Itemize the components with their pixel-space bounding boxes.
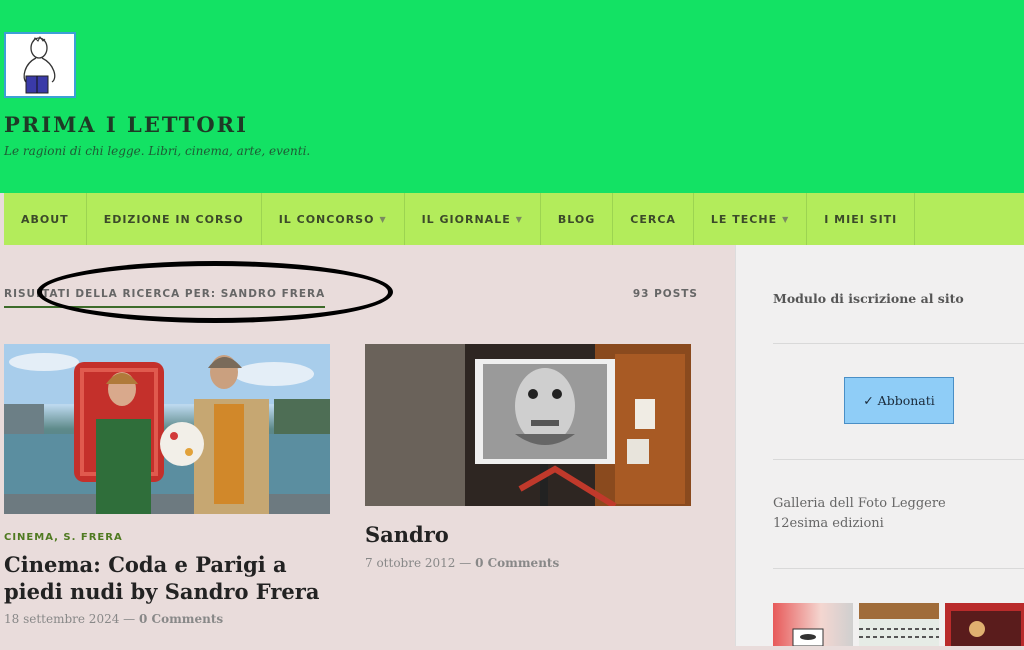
post-thumbnail-coda[interactable] [4, 344, 330, 514]
post-comments-link[interactable]: 0 Comments [475, 556, 559, 570]
site-title[interactable]: PRIMA I LETTORI [4, 112, 248, 137]
chevron-down-icon: ▼ [515, 214, 523, 224]
annotation-ellipse [37, 261, 393, 323]
post-comments-link[interactable]: 0 Comments [139, 612, 223, 626]
nav-item-edizione-in-corso[interactable]: EDIZIONE IN CORSO [87, 193, 262, 245]
meta-separator: — [123, 612, 136, 626]
post-meta: 18 settembre 2024 — 0 Comments [4, 612, 223, 626]
post-date[interactable]: 18 settembre 2024 [4, 612, 119, 626]
nav-item-il-concorso[interactable]: IL CONCORSO ▼ [262, 193, 405, 245]
post-thumbnail-sandro[interactable] [365, 344, 691, 506]
sidebar: Modulo di iscrizione al sito ✓ Abbonati … [735, 245, 1024, 647]
nav-item-i-miei-siti[interactable]: I MIEI SITI [807, 193, 916, 245]
gallery-widget-text: Galleria dell Foto Leggere 12esima edizi… [773, 496, 946, 531]
nav-item-cerca[interactable]: CERCA [613, 193, 694, 245]
gallery-thumbnail[interactable] [773, 603, 853, 647]
site-tagline: Le ragioni di chi legge. Libri, cinema, … [4, 144, 311, 158]
site-logo[interactable] [4, 32, 76, 98]
post-meta: 7 ottobre 2012 — 0 Comments [365, 556, 559, 570]
divider [773, 568, 1024, 569]
post-date[interactable]: 7 ottobre 2012 [365, 556, 455, 570]
nav-item-il-giornale[interactable]: IL GIORNALE ▼ [405, 193, 541, 245]
post-categories[interactable]: CINEMA, S. FRERA [4, 532, 123, 543]
post-title[interactable]: Sandro [365, 522, 449, 547]
chevron-down-icon: ▼ [782, 214, 790, 224]
divider [773, 459, 1024, 460]
post-title[interactable]: Cinema: Coda e Parigi a piedi nudi by Sa… [4, 551, 324, 605]
chevron-down-icon: ▼ [379, 214, 387, 224]
nav-item-about[interactable]: ABOUT [4, 193, 87, 245]
signup-widget-title: Modulo di iscrizione al sito [773, 291, 964, 306]
gallery-thumbnail[interactable] [859, 603, 939, 646]
main-nav: ABOUT EDIZIONE IN CORSO IL CONCORSO ▼ IL … [4, 193, 1024, 245]
gallery-thumbnail[interactable] [945, 603, 1024, 646]
subscribe-button[interactable]: ✓ Abbonati [844, 377, 954, 424]
site-header: PRIMA I LETTORI Le ragioni di chi legge.… [0, 0, 1024, 193]
nav-item-le-teche[interactable]: LE TECHE ▼ [694, 193, 808, 245]
nav-item-blog[interactable]: BLOG [541, 193, 614, 245]
meta-separator: — [459, 556, 472, 570]
divider [773, 343, 1024, 344]
posts-count: 93 POSTS [632, 288, 698, 300]
